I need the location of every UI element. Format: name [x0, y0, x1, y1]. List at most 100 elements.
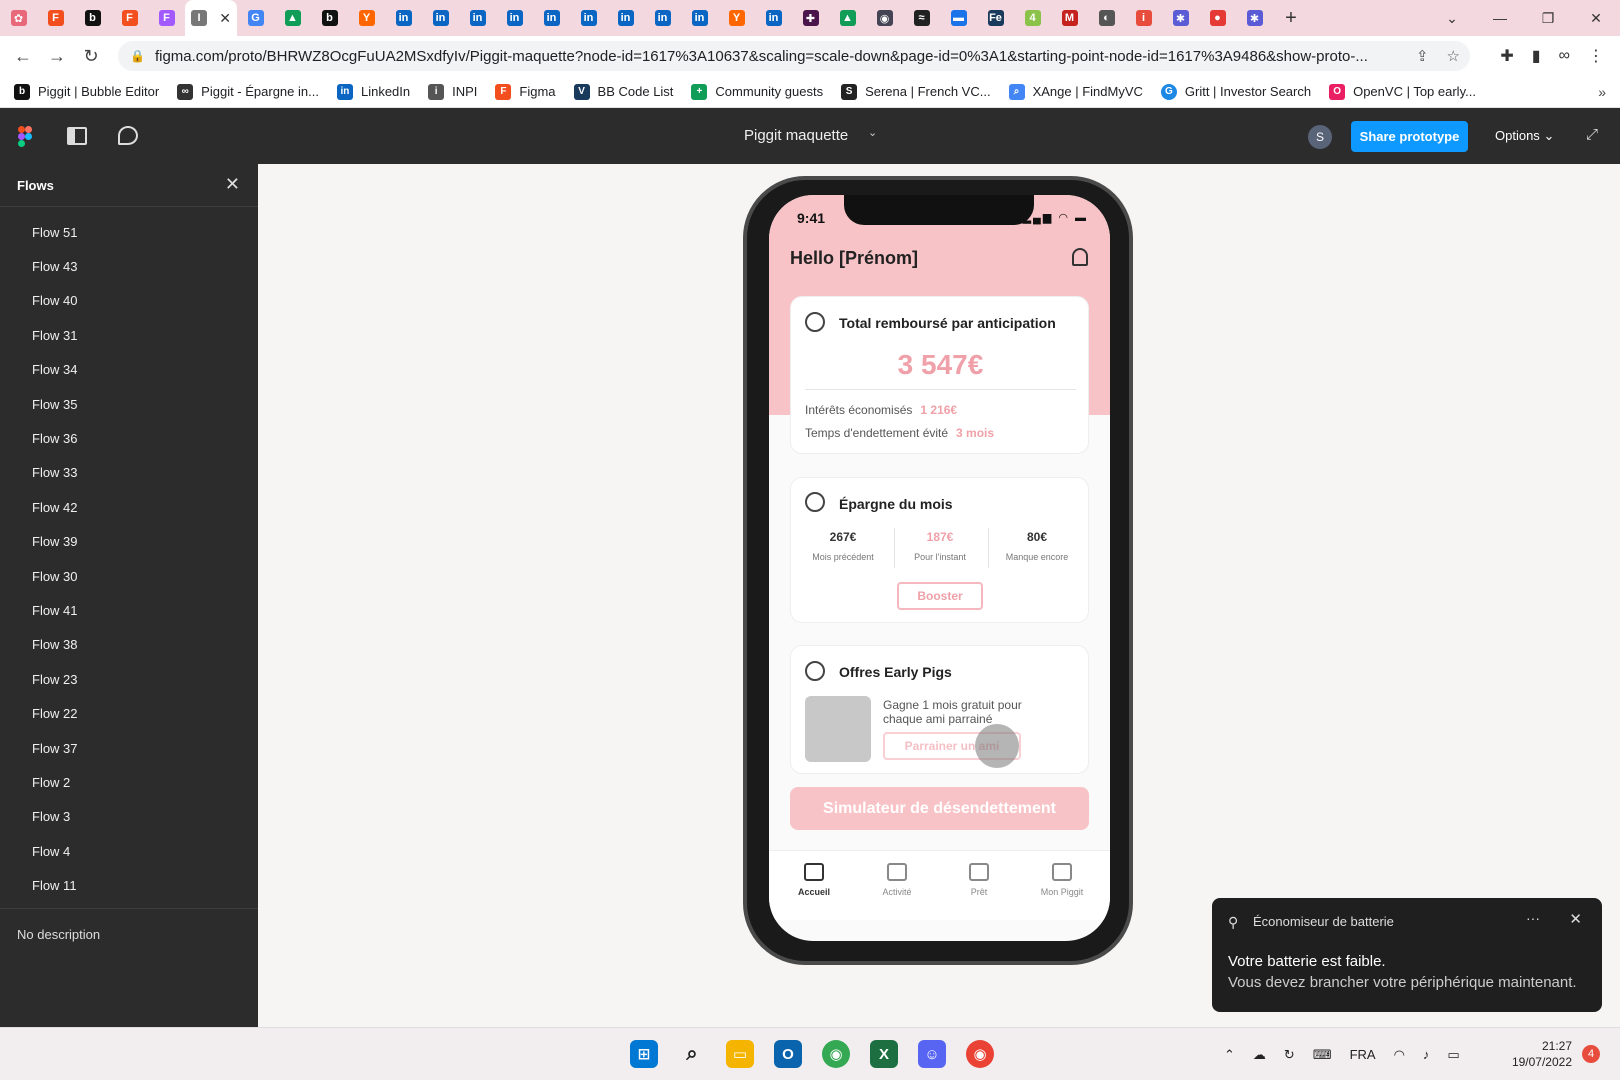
- more-options-icon[interactable]: ···: [1526, 910, 1540, 926]
- tab[interactable]: in: [644, 0, 681, 36]
- flow-item[interactable]: Flow 40: [0, 284, 258, 318]
- bookmark[interactable]: ⌕ XAnge | FindMyVC: [1008, 83, 1143, 100]
- onedrive-icon[interactable]: ☁: [1253, 1047, 1266, 1063]
- tab-pret[interactable]: Prêt: [939, 863, 1019, 897]
- tab[interactable]: in: [385, 0, 422, 36]
- tab[interactable]: ◐: [1088, 0, 1125, 36]
- tab[interactable]: in: [681, 0, 718, 36]
- close-icon[interactable]: ✕: [1569, 910, 1582, 928]
- volume-icon[interactable]: ♪: [1423, 1047, 1430, 1062]
- tab-activite[interactable]: Activité: [857, 863, 937, 897]
- url-input[interactable]: 🔒 figma.com/proto/BHRWZ8OcgFuUA2MSxdfyIv…: [118, 41, 1470, 71]
- battery-icon[interactable]: ▭: [1447, 1047, 1459, 1063]
- bookmark[interactable]: i INPI: [428, 83, 477, 100]
- flow-item[interactable]: Flow 39: [0, 525, 258, 559]
- tab[interactable]: ▲: [274, 0, 311, 36]
- tab[interactable]: ✱: [1162, 0, 1199, 36]
- file-explorer-icon[interactable]: ▭: [726, 1040, 754, 1068]
- tab[interactable]: in: [607, 0, 644, 36]
- search-icon[interactable]: ⌕: [678, 1040, 706, 1068]
- more-bookmarks-icon[interactable]: »: [1598, 84, 1606, 100]
- battery-notification[interactable]: ⚲ Économiseur de batterie ··· ✕ Votre ba…: [1212, 898, 1602, 1012]
- tab[interactable]: b: [311, 0, 348, 36]
- new-tab-icon[interactable]: +: [1273, 7, 1309, 30]
- close-window-icon[interactable]: ✕: [1572, 10, 1620, 27]
- figma-logo-icon[interactable]: [18, 126, 32, 147]
- bell-icon[interactable]: [1072, 248, 1088, 266]
- profile-icon[interactable]: ∞: [1559, 47, 1570, 65]
- bookmark[interactable]: F Figma: [495, 83, 556, 100]
- flow-item[interactable]: Flow 30: [0, 559, 258, 593]
- tab[interactable]: i: [1125, 0, 1162, 36]
- flow-item[interactable]: Flow 51: [0, 215, 258, 249]
- chrome-icon[interactable]: ◉: [966, 1040, 994, 1068]
- tab[interactable]: ≈: [903, 0, 940, 36]
- fullscreen-icon[interactable]: ⤢: [1586, 126, 1598, 143]
- bookmark[interactable]: in LinkedIn: [336, 83, 410, 100]
- tab[interactable]: in: [570, 0, 607, 36]
- tab[interactable]: in: [422, 0, 459, 36]
- flow-item[interactable]: Flow 31: [0, 318, 258, 352]
- bookmark[interactable]: b Piggit | Bubble Editor: [14, 83, 159, 100]
- comment-icon[interactable]: [118, 126, 138, 145]
- wifi-icon[interactable]: ◠: [1394, 1047, 1405, 1063]
- tab-mon-piggit[interactable]: Mon Piggit: [1022, 863, 1102, 897]
- flow-item[interactable]: Flow 37: [0, 731, 258, 765]
- tab[interactable]: ▲: [829, 0, 866, 36]
- extensions-icon[interactable]: ✚: [1500, 46, 1513, 66]
- share-prototype-button[interactable]: Share prototype: [1351, 121, 1468, 152]
- bookmark[interactable]: + Community guests: [691, 83, 823, 100]
- clock[interactable]: 21:27 19/07/2022: [1500, 1038, 1572, 1070]
- menu-icon[interactable]: ⋮: [1588, 46, 1604, 66]
- flow-item[interactable]: Flow 35: [0, 387, 258, 421]
- side-panel-icon[interactable]: ▮: [1532, 46, 1541, 66]
- tab[interactable]: ▬: [940, 0, 977, 36]
- tab[interactable]: in: [533, 0, 570, 36]
- file-title[interactable]: Piggit maquette: [744, 127, 848, 144]
- tab-search-icon[interactable]: ⌄: [1428, 10, 1476, 27]
- flow-item[interactable]: Flow 42: [0, 490, 258, 524]
- flow-item[interactable]: Flow 23: [0, 662, 258, 696]
- windows-start-icon[interactable]: ⊞: [630, 1040, 658, 1068]
- debt-simulator-button[interactable]: Simulateur de désendettement: [790, 787, 1089, 830]
- share-icon[interactable]: ⇪: [1416, 47, 1429, 65]
- tab[interactable]: ✱: [1236, 0, 1273, 36]
- tab[interactable]: Y: [718, 0, 755, 36]
- tab[interactable]: F: [111, 0, 148, 36]
- bookmark[interactable]: ∞ Piggit - Épargne in...: [177, 83, 319, 100]
- tab[interactable]: in: [755, 0, 792, 36]
- booster-button[interactable]: Booster: [897, 582, 983, 610]
- bookmark[interactable]: O OpenVC | Top early...: [1329, 83, 1476, 100]
- close-icon[interactable]: ✕: [225, 174, 240, 195]
- lock-icon[interactable]: 🔒: [130, 49, 145, 63]
- flow-item[interactable]: Flow 11: [0, 868, 258, 902]
- keyboard-icon[interactable]: ⌨: [1313, 1047, 1332, 1063]
- tab[interactable]: Fe: [977, 0, 1014, 36]
- discord-icon[interactable]: ☺: [918, 1040, 946, 1068]
- outlook-icon[interactable]: O: [774, 1040, 802, 1068]
- sync-icon[interactable]: ↻: [1284, 1047, 1295, 1063]
- flow-item[interactable]: Flow 43: [0, 249, 258, 283]
- bookmark-star-icon[interactable]: ☆: [1447, 47, 1460, 65]
- flow-item[interactable]: Flow 33: [0, 456, 258, 490]
- tab[interactable]: ✚: [792, 0, 829, 36]
- flow-item[interactable]: Flow 41: [0, 593, 258, 627]
- avatar[interactable]: S: [1308, 125, 1332, 149]
- back-icon[interactable]: ←: [6, 46, 40, 67]
- close-tab-icon[interactable]: ✕: [219, 10, 231, 27]
- flow-item[interactable]: Flow 38: [0, 628, 258, 662]
- flow-item[interactable]: Flow 3: [0, 800, 258, 834]
- bookmark[interactable]: S Serena | French VC...: [841, 83, 991, 100]
- flow-item[interactable]: Flow 2: [0, 765, 258, 799]
- tab[interactable]: ◉: [866, 0, 903, 36]
- sidebar-toggle-icon[interactable]: [67, 127, 87, 145]
- tab[interactable]: ●: [1199, 0, 1236, 36]
- tab[interactable]: in: [459, 0, 496, 36]
- tab[interactable]: G: [237, 0, 274, 36]
- chrome-icon[interactable]: ◉: [822, 1040, 850, 1068]
- restore-icon[interactable]: ❐: [1524, 10, 1572, 27]
- flow-item[interactable]: Flow 4: [0, 834, 258, 868]
- tab[interactable]: F: [37, 0, 74, 36]
- tab[interactable]: M: [1051, 0, 1088, 36]
- forward-icon[interactable]: →: [40, 46, 74, 67]
